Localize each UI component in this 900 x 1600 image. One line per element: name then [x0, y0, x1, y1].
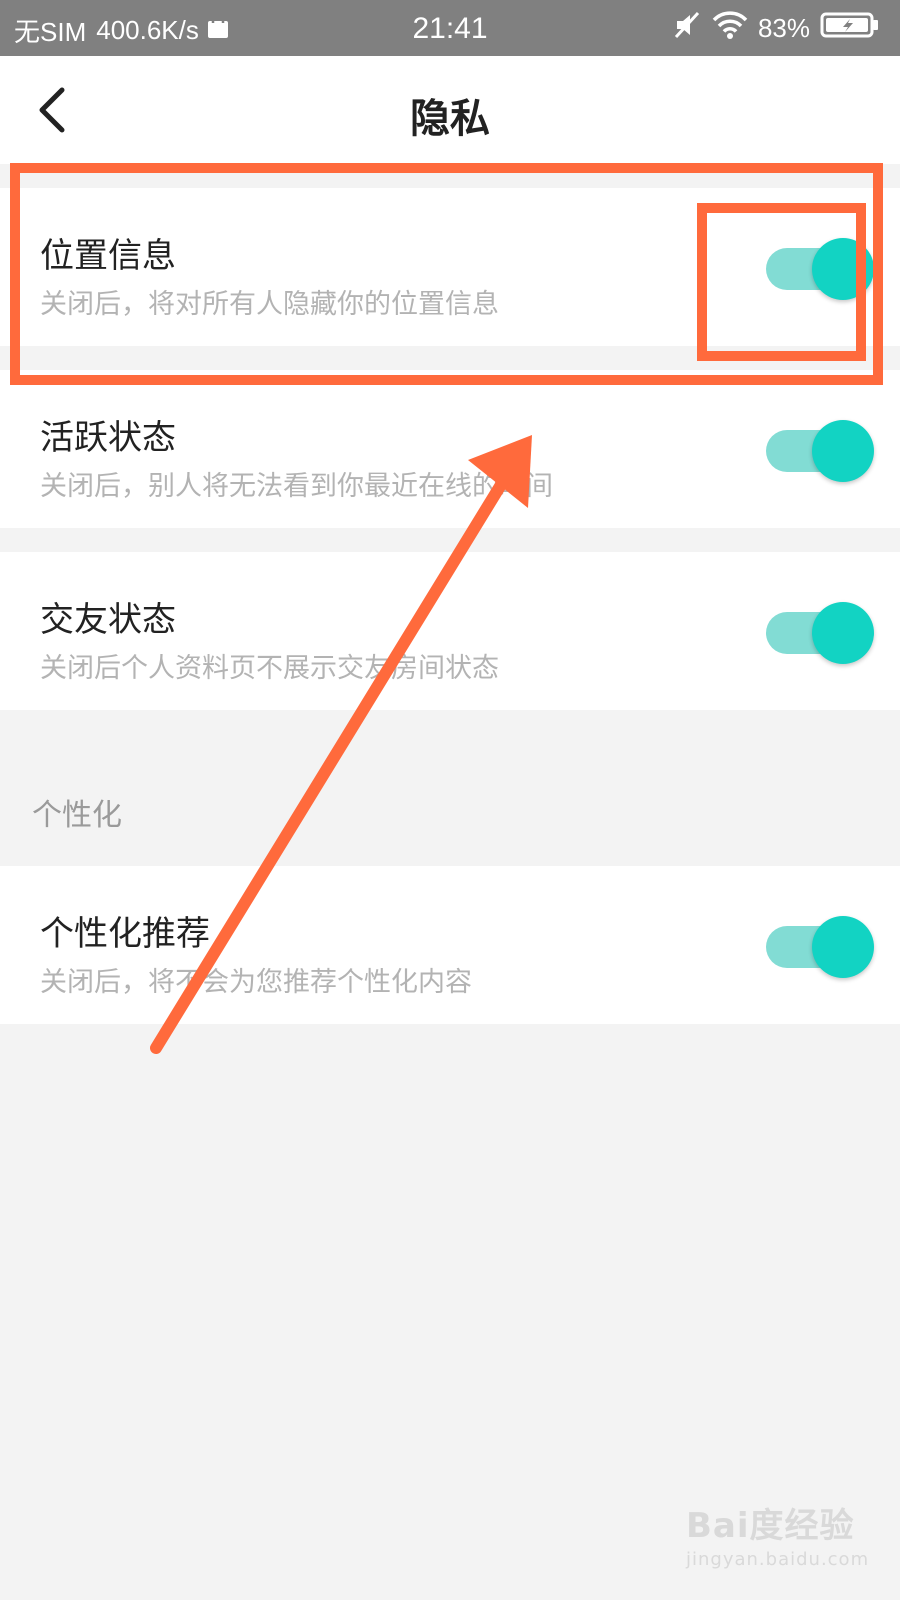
setting-description: 关闭后，别人将无法看到你最近在线的时间: [40, 471, 553, 502]
toggle-knob: [812, 238, 874, 300]
setting-description: 关闭后个人资料页不展示交友房间状态: [40, 653, 499, 684]
toggle-knob: [812, 916, 874, 978]
battery-percent: 83%: [757, 13, 810, 43]
recommendation-toggle[interactable]: [764, 915, 876, 979]
section-header-personalization: 个性化: [32, 798, 122, 833]
toggle-knob: [812, 602, 874, 664]
setting-description: 关闭后，将不会为您推荐个性化内容: [40, 967, 472, 998]
mute-icon: [672, 10, 702, 47]
setting-row-activity: 活跃状态 关闭后，别人将无法看到你最近在线的时间: [0, 370, 900, 528]
nav-bar: 隐私: [0, 56, 900, 164]
setting-title: 位置信息: [40, 236, 176, 276]
setting-title: 交友状态: [40, 600, 176, 640]
setting-row-recommendation: 个性化推荐 关闭后，将不会为您推荐个性化内容: [0, 866, 900, 1024]
setting-title: 个性化推荐: [40, 914, 210, 954]
watermark-url: jingyan.baidu.com: [686, 1549, 870, 1570]
setting-title: 活跃状态: [40, 418, 176, 458]
location-toggle[interactable]: [764, 237, 876, 301]
status-bar: 无SIM 400.6K/s 21:41 83%: [0, 0, 900, 56]
status-right: 83%: [662, 10, 880, 47]
setting-row-friends: 交友状态 关闭后个人资料页不展示交友房间状态: [0, 552, 900, 710]
watermark: Bai度经验 jingyan.baidu.com: [686, 1498, 869, 1570]
wifi-icon: [712, 10, 748, 47]
setting-row-location: 位置信息 关闭后，将对所有人隐藏你的位置信息: [0, 188, 900, 346]
friends-toggle[interactable]: [764, 601, 876, 665]
watermark-logo: Bai度经验: [686, 1506, 855, 1546]
activity-toggle[interactable]: [764, 419, 876, 483]
toggle-knob: [812, 420, 874, 482]
setting-description: 关闭后，将对所有人隐藏你的位置信息: [40, 289, 499, 320]
page-title: 隐私: [410, 96, 490, 142]
battery-charging-icon: [820, 11, 880, 46]
